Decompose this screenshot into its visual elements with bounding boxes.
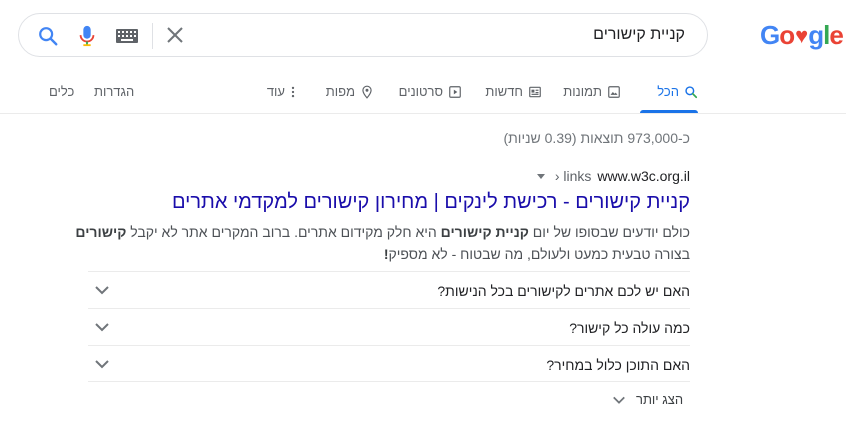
logo-e: e xyxy=(829,20,844,50)
tab-label: עוד xyxy=(266,84,285,99)
keyboard-icon[interactable] xyxy=(115,28,139,44)
tab-images[interactable]: תמונות xyxy=(563,84,621,99)
faq-item[interactable]: האם התוכן כלול במחיר? xyxy=(88,345,690,382)
tab-news[interactable]: חדשות xyxy=(485,84,542,99)
heart-icon: ♥ xyxy=(795,22,808,48)
result-stats: כ-973,000 תוצאות (0.39 שניות) xyxy=(503,130,690,146)
search-input[interactable]: קניית קישורים xyxy=(593,26,685,44)
result-breadcrumb: › links xyxy=(554,168,592,184)
snippet-bold: קניית קישורים xyxy=(440,224,529,240)
settings-label: הגדרות xyxy=(94,84,135,99)
tools-link[interactable]: כלים xyxy=(49,84,74,99)
search-divider xyxy=(152,23,153,49)
faq-question: האם יש לכם אתרים לקישורים בכל הנישות? xyxy=(437,283,690,299)
result-domain: www.w3c.org.il xyxy=(597,168,690,184)
map-pin-icon xyxy=(362,85,372,99)
tab-more[interactable]: עוד xyxy=(267,84,296,99)
tab-maps[interactable]: מפות xyxy=(326,84,374,99)
video-icon xyxy=(449,85,461,98)
tab-label: סרטונים xyxy=(398,84,443,99)
tab-videos[interactable]: סרטונים xyxy=(399,84,462,99)
image-icon xyxy=(608,85,620,98)
chevron-down-icon xyxy=(95,360,109,369)
tab-label: תמונות xyxy=(563,84,602,99)
search-box[interactable]: קניית קישורים xyxy=(18,13,708,57)
tabs-divider xyxy=(0,113,846,114)
result-title-link[interactable]: קניית קישורים - רכישת לינקים | מחירון קי… xyxy=(172,191,690,214)
result-url[interactable]: › links www.w3c.org.il xyxy=(536,168,690,184)
tab-label: חדשות xyxy=(485,84,523,99)
more-vert-icon xyxy=(291,86,295,97)
close-icon[interactable] xyxy=(165,25,185,45)
snippet-bold: קישורים xyxy=(75,224,127,240)
faq-question: כמה עולה כל קישור? xyxy=(569,320,690,336)
chevron-down-icon xyxy=(95,323,109,332)
logo-g2: g xyxy=(808,20,824,50)
snippet-text: כולם יודעים שבסופו של יום xyxy=(528,224,690,240)
caret-down-icon[interactable] xyxy=(536,173,545,179)
chevron-down-icon xyxy=(95,286,109,295)
tab-label: הכל xyxy=(657,84,679,99)
faq-item[interactable]: האם יש לכם אתרים לקישורים בכל הנישות? xyxy=(88,271,690,308)
logo-g: G xyxy=(760,20,780,50)
snippet-text: בצורה טבעית כמעט ולעולם, מה שבטוח - לא מ… xyxy=(388,246,691,262)
tab-label: מפות xyxy=(325,84,355,99)
logo-o: o xyxy=(779,20,795,50)
tools-label: כלים xyxy=(49,84,75,99)
faq-question: האם התוכן כלול במחיר? xyxy=(546,357,690,373)
show-more-button[interactable]: הצג יותר xyxy=(612,392,683,407)
google-logo[interactable]: Go ♥ g l e xyxy=(760,20,844,51)
search-tabs: הכל תמונות חדשות סרטונים מפות עוד הגדרות… xyxy=(0,84,846,114)
snippet-text: היא חלק מקידום אתרים. ברוב המקרים אתר לא… xyxy=(126,224,441,240)
microphone-icon[interactable] xyxy=(76,24,98,48)
chevron-down-icon xyxy=(613,396,625,404)
show-more-label: הצג יותר xyxy=(636,392,684,407)
faq-item[interactable]: כמה עולה כל קישור? xyxy=(88,308,690,345)
search-icon xyxy=(685,85,698,98)
settings-link[interactable]: הגדרות xyxy=(94,84,134,99)
news-icon xyxy=(529,86,541,97)
tab-all[interactable]: הכל xyxy=(657,84,698,99)
result-snippet: כולם יודעים שבסופו של יום קניית קישורים … xyxy=(70,221,690,265)
search-icon[interactable] xyxy=(37,25,59,47)
